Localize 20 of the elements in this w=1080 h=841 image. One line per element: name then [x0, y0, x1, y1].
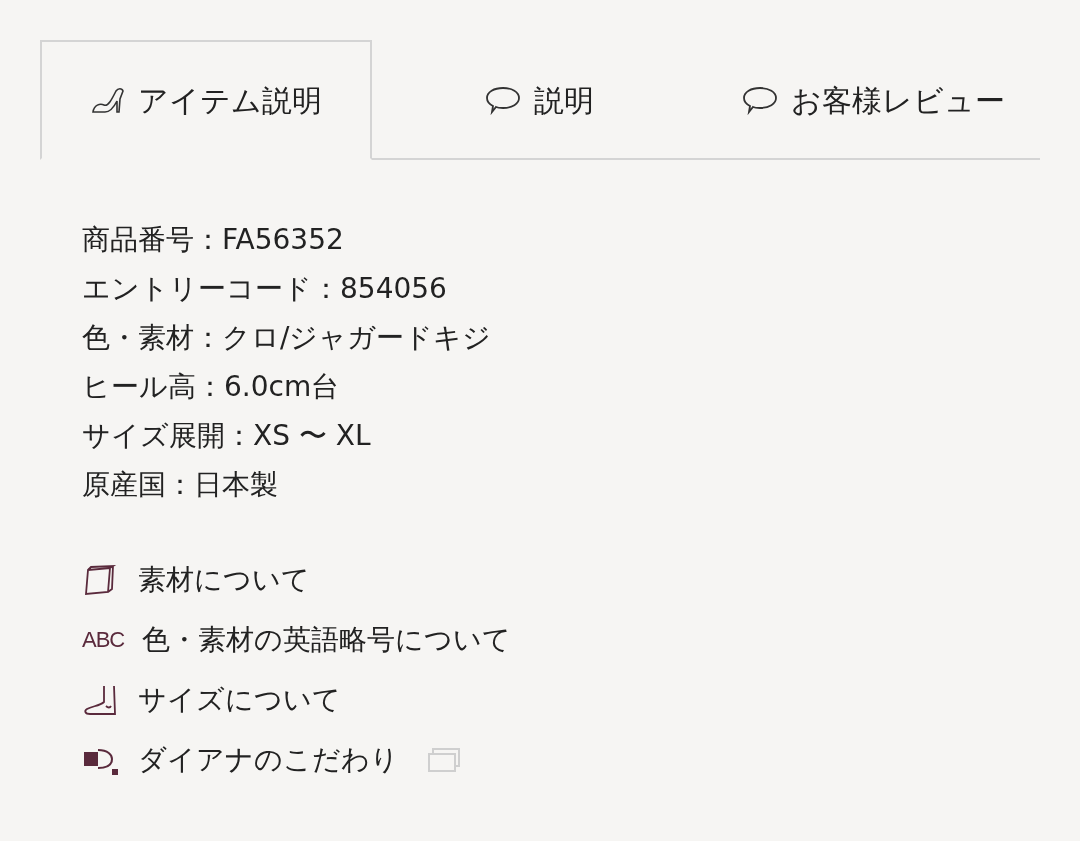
high-heel-icon [90, 85, 126, 115]
detail-line: ヒール高：6.0cm台 [82, 369, 340, 405]
detail-line: 商品番号：FA56352 [82, 222, 344, 258]
info-link[interactable]: 色・素材の英語略号について [142, 619, 511, 661]
abc-icon: ABC [82, 626, 122, 654]
detail-line: 原産国：日本製 [82, 467, 278, 503]
tab[interactable]: アイテム説明 [40, 40, 372, 160]
speech-bubble-icon [484, 85, 522, 115]
detail-line: エントリーコード：854056 [82, 271, 447, 307]
speech-bubble-icon [741, 85, 779, 115]
info-link[interactable]: 素材について [138, 559, 310, 601]
detail-line: 色・素材：クロ/ジャガードキジ [82, 320, 492, 356]
foot-icon [82, 684, 118, 716]
info-link[interactable]: サイズについて [138, 679, 341, 721]
tab[interactable]: お客様レビュー [706, 40, 1040, 160]
info-link[interactable]: ダイアナのこだわり [138, 739, 399, 781]
fabric-icon [82, 564, 118, 596]
tab[interactable]: 説明 [372, 40, 706, 160]
detail-line: サイズ展開：XS 〜 XL [82, 418, 371, 454]
new-window-icon [427, 747, 461, 773]
